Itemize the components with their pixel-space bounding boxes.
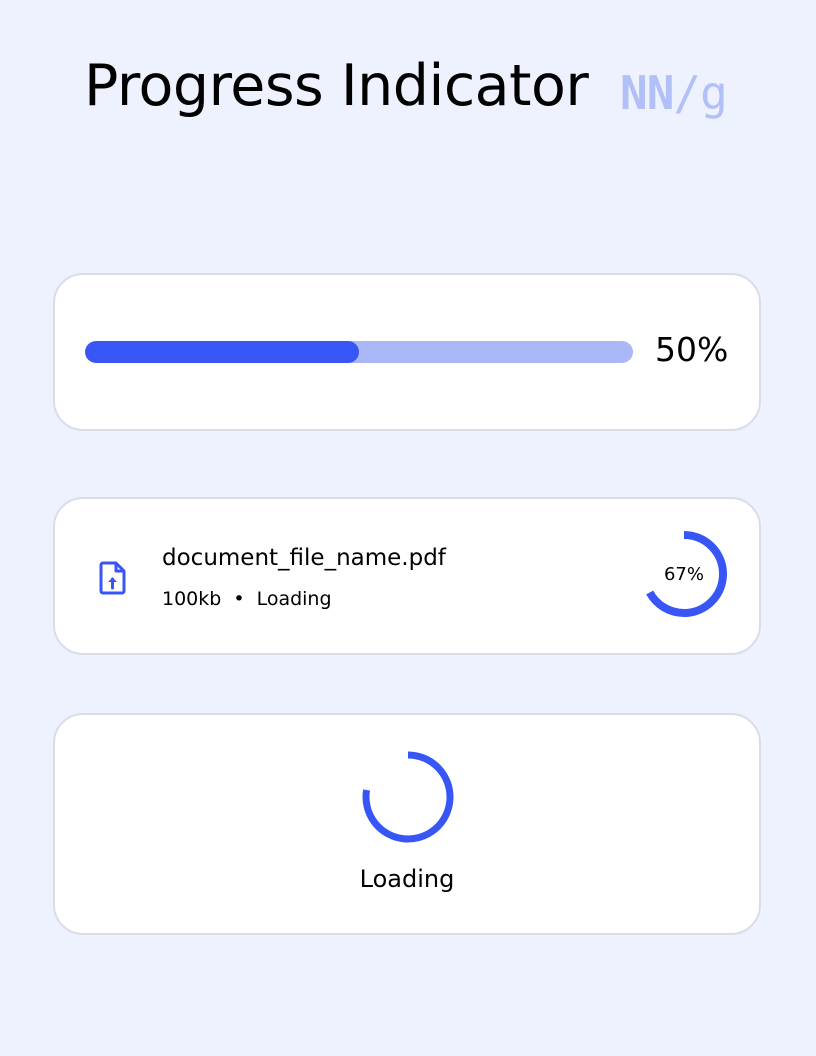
file-upload-icon [99, 561, 126, 595]
meta-separator: • [233, 588, 245, 610]
progress-bar-fill [85, 341, 359, 363]
progress-bar-track [85, 341, 633, 363]
progress-percent-label: 50% [655, 330, 729, 369]
file-meta: 100kb • Loading [162, 590, 332, 609]
logo-letters: NN [620, 66, 674, 120]
file-upload-card: document_file_name.pdf 100kb • Loading 6… [53, 497, 761, 655]
progress-ring-label: 67% [663, 563, 704, 585]
nng-logo: NN/g [620, 70, 728, 116]
logo-slash: / [673, 66, 701, 120]
loading-spinner-icon [362, 751, 454, 843]
loading-spinner-card: Loading [53, 713, 761, 935]
logo-g: g [700, 66, 728, 120]
linear-progress-card: 50% [53, 273, 761, 431]
page-title: Progress Indicator [84, 53, 589, 119]
spinner-label: Loading [359, 865, 455, 893]
file-size: 100kb [162, 588, 222, 610]
file-name: document_file_name.pdf [162, 545, 446, 571]
file-status: Loading [256, 588, 332, 610]
circular-progress: 67% [637, 527, 731, 621]
